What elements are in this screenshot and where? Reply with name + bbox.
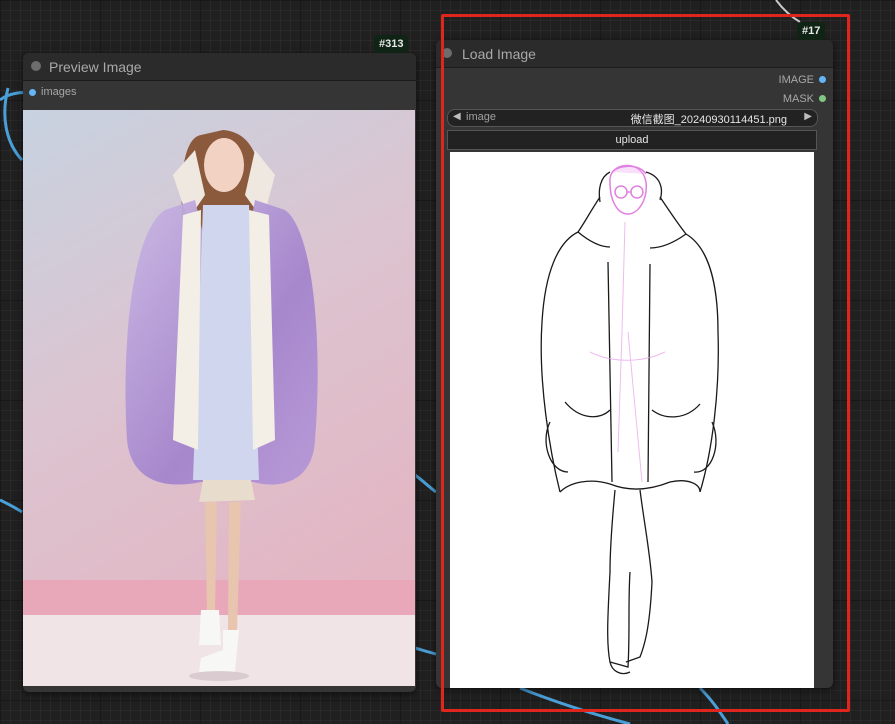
link-wire <box>414 646 437 656</box>
preview-image-node[interactable]: Preview Image images <box>23 53 416 692</box>
images-input-label: images <box>41 86 77 98</box>
node-title: Preview Image <box>49 59 142 75</box>
images-input-dot-icon[interactable] <box>29 89 36 96</box>
collapse-dot-icon[interactable] <box>31 61 41 71</box>
link-wire <box>0 498 23 514</box>
node-title-bar[interactable]: Preview Image <box>23 53 416 81</box>
preview-node-badge: #313 <box>374 35 409 53</box>
highlight-rectangle <box>441 14 850 712</box>
preview-image <box>23 110 415 686</box>
link-wire <box>3 87 24 162</box>
link-wire <box>414 473 437 494</box>
